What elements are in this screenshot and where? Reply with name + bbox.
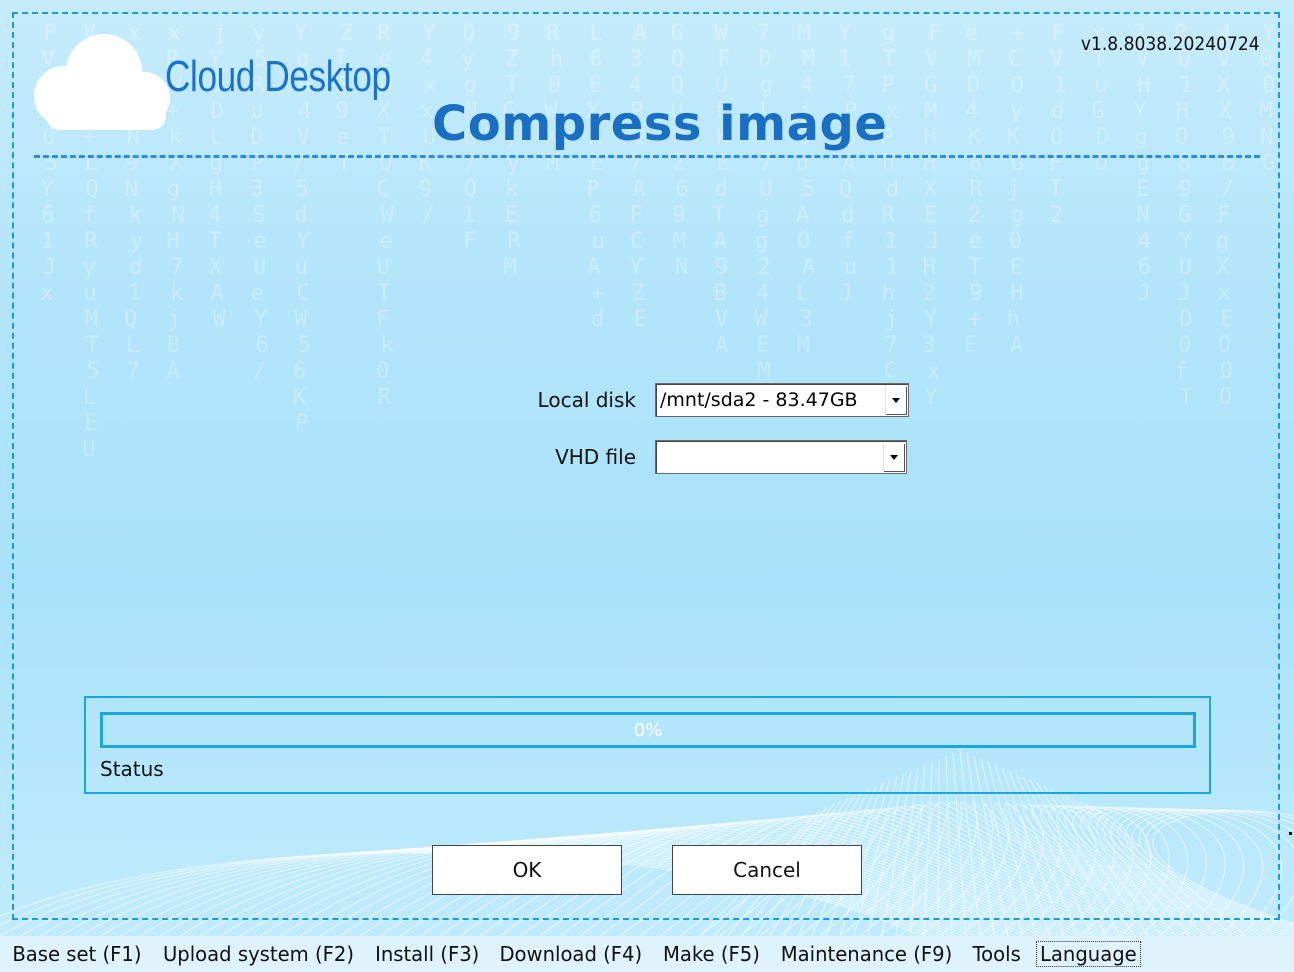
brand-name: Cloud Desktop — [165, 52, 391, 101]
page-title: Compress image — [432, 96, 888, 152]
progress-panel: 0% Status — [84, 696, 1211, 794]
menu-item-make[interactable]: Make (F5) — [659, 941, 764, 967]
menu-item-base-set[interactable]: Base set (F1) — [8, 941, 145, 967]
header-divider — [34, 155, 1260, 158]
local-disk-select[interactable]: /mnt/sda2 - 83.47GB — [655, 383, 909, 417]
menu-item-tools[interactable]: Tools — [968, 941, 1024, 967]
menu-item-upload-system[interactable]: Upload system (F2) — [159, 941, 358, 967]
vhd-file-select[interactable] — [655, 440, 907, 474]
local-disk-label: Local disk — [537, 388, 636, 412]
vhd-file-label: VHD file — [555, 445, 636, 469]
cloud-icon — [32, 30, 172, 136]
progress-text: 0% — [633, 720, 663, 741]
chevron-down-icon[interactable] — [883, 443, 904, 471]
local-disk-value: /mnt/sda2 - 83.47GB — [660, 389, 858, 411]
version-label: v1.8.8038.20240724 — [1081, 33, 1260, 55]
menu-item-language[interactable]: Language — [1036, 941, 1141, 967]
menu-item-maintenance[interactable]: Maintenance (F9) — [777, 941, 956, 967]
progress-bar: 0% — [100, 712, 1196, 748]
menu-item-install[interactable]: Install (F3) — [371, 941, 483, 967]
edge-marker — [1289, 832, 1292, 835]
chevron-down-icon[interactable] — [885, 386, 906, 414]
menu-bar: Base set (F1) Upload system (F2) Install… — [0, 936, 1294, 972]
status-label: Status — [100, 757, 164, 781]
menu-item-download[interactable]: Download (F4) — [496, 941, 647, 967]
ok-button[interactable]: OK — [432, 845, 622, 895]
cancel-button[interactable]: Cancel — [672, 845, 862, 895]
